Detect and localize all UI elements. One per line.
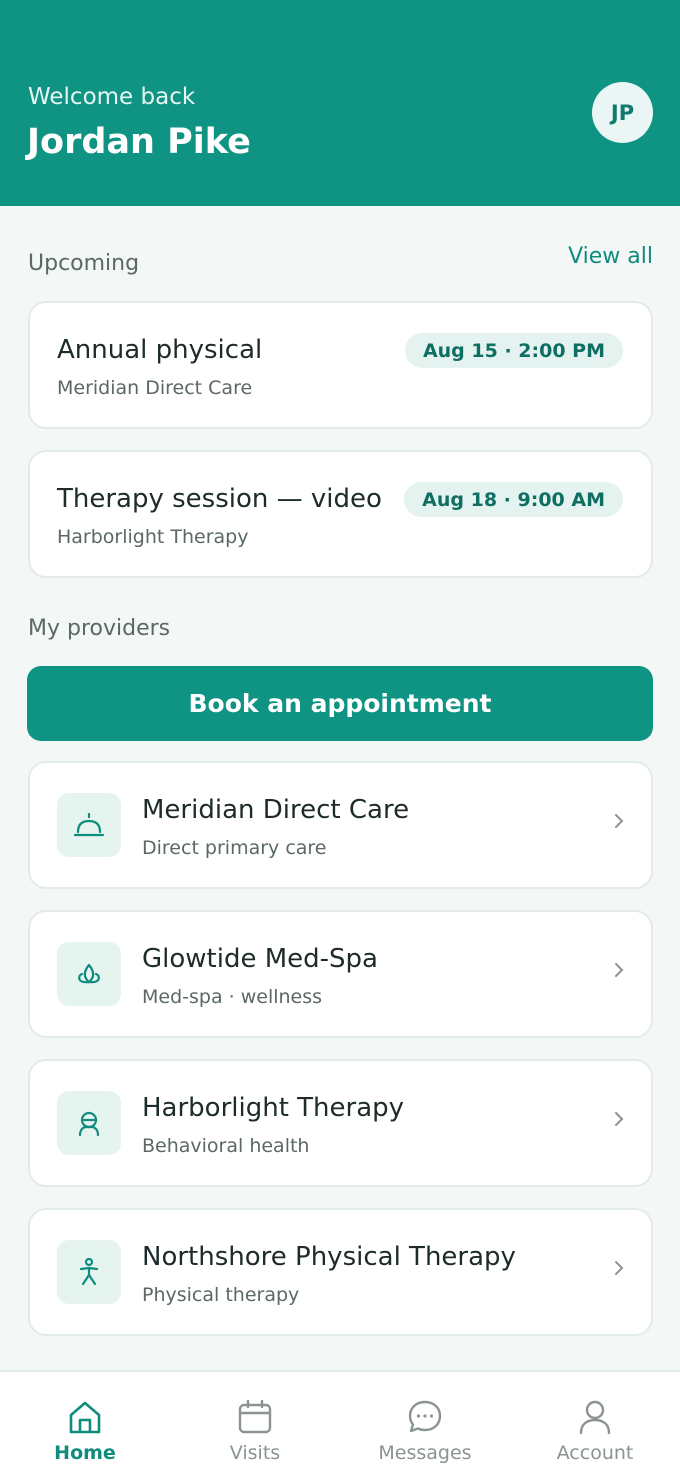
- chevron-right-icon: [615, 963, 624, 977]
- appointment-provider: Meridian Direct Care: [57, 377, 253, 399]
- appointment-card[interactable]: Therapy session — video Harborlight Ther…: [28, 450, 653, 578]
- provider-card[interactable]: Meridian Direct Care Direct primary care: [28, 761, 653, 889]
- bottom-nav: Home Visits Messages Account: [0, 1370, 680, 1478]
- stretching-person-icon: [57, 1240, 121, 1304]
- nav-home[interactable]: Home: [0, 1372, 170, 1478]
- upcoming-label: Upcoming: [28, 251, 140, 276]
- provider-name: Harborlight Therapy: [142, 1093, 405, 1123]
- nav-messages[interactable]: Messages: [340, 1372, 510, 1478]
- avatar[interactable]: JP: [592, 82, 653, 143]
- providers-label: My providers: [28, 616, 171, 641]
- nav-messages-label: Messages: [378, 1442, 472, 1464]
- home-icon: [69, 1401, 101, 1434]
- provider-type: Physical therapy: [142, 1284, 300, 1306]
- lotus-icon: [57, 942, 121, 1006]
- person-icon: [579, 1400, 611, 1435]
- appointment-title: Annual physical: [57, 335, 263, 365]
- appointment-provider: Harborlight Therapy: [57, 526, 249, 548]
- user-name: Jordan Pike: [27, 122, 251, 162]
- chat-bubble-icon: [408, 1400, 442, 1433]
- provider-name: Glowtide Med-Spa: [142, 944, 378, 974]
- nav-visits-label: Visits: [229, 1442, 281, 1464]
- nav-visits[interactable]: Visits: [170, 1372, 340, 1478]
- provider-card[interactable]: Harborlight Therapy Behavioral health: [28, 1059, 653, 1187]
- appointment-time-badge: Aug 15 · 2:00 PM: [404, 333, 623, 368]
- provider-type: Direct primary care: [142, 837, 327, 859]
- welcome-header: Welcome back Jordan Pike JP: [0, 0, 680, 206]
- appointment-title: Therapy session — video: [57, 484, 382, 514]
- chevron-right-icon: [615, 1112, 624, 1126]
- appointment-card[interactable]: Annual physical Meridian Direct Care Aug…: [28, 301, 653, 429]
- nav-home-label: Home: [54, 1442, 116, 1464]
- provider-type: Med-spa · wellness: [142, 986, 323, 1008]
- nav-account-label: Account: [556, 1442, 634, 1464]
- book-appointment-button[interactable]: Book an appointment: [27, 666, 653, 741]
- nav-account[interactable]: Account: [510, 1372, 680, 1478]
- view-all-link[interactable]: View all: [568, 244, 653, 269]
- welcome-text: Welcome back: [28, 84, 196, 110]
- provider-type: Behavioral health: [142, 1135, 310, 1157]
- appointment-time-badge: Aug 18 · 9:00 AM: [404, 482, 623, 517]
- person-head-icon: [57, 1091, 121, 1155]
- provider-name: Meridian Direct Care: [142, 795, 410, 825]
- stethoscope-bell-icon: [57, 793, 121, 857]
- provider-card[interactable]: Glowtide Med-Spa Med-spa · wellness: [28, 910, 653, 1038]
- provider-card[interactable]: Northshore Physical Therapy Physical the…: [28, 1208, 653, 1336]
- chevron-right-icon: [615, 814, 624, 828]
- chevron-right-icon: [615, 1261, 624, 1275]
- provider-name: Northshore Physical Therapy: [142, 1242, 516, 1272]
- calendar-icon: [238, 1399, 272, 1434]
